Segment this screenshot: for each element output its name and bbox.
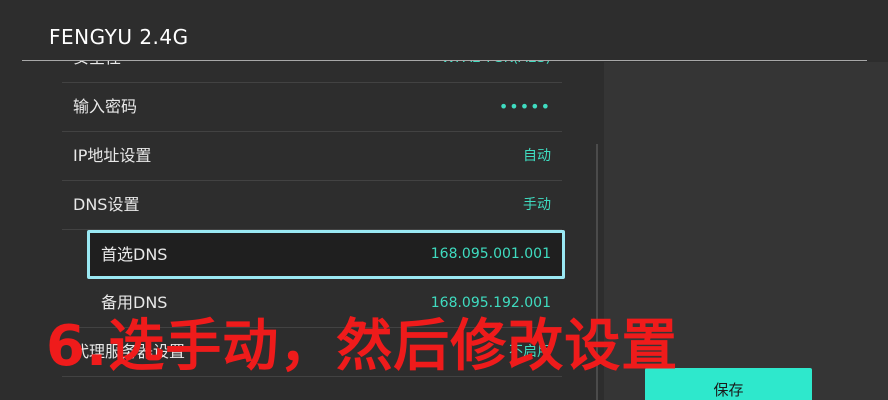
header-bar: FENGYU 2.4G [0,0,888,60]
setting-value: 168.095.001.001 [430,246,551,262]
setting-label: IP地址设置 [73,146,152,165]
setting-row-password[interactable]: 输入密码 ••••• [62,83,562,132]
header-divider [22,60,867,61]
instruction-annotation: 6.选手动，然后修改设置 [46,314,679,379]
setting-value: 自动 [523,148,551,164]
setting-row-primary-dns[interactable]: 首选DNS 168.095.001.001 [87,230,565,279]
setting-row-ip-address[interactable]: IP地址设置 自动 [62,132,562,181]
setting-value: 手动 [523,197,551,213]
password-dots: ••••• [498,97,551,116]
setting-row-dns[interactable]: DNS设置 手动 [62,181,562,230]
setting-label: 首选DNS [101,245,168,264]
setting-label: DNS设置 [73,195,140,214]
setting-label: 输入密码 [73,97,138,116]
wifi-settings-screen: 安全性 WPA2-PSK(AES) 输入密码 ••••• IP地址设置 自动 D… [0,0,888,400]
network-title: FENGYU 2.4G [49,25,189,49]
